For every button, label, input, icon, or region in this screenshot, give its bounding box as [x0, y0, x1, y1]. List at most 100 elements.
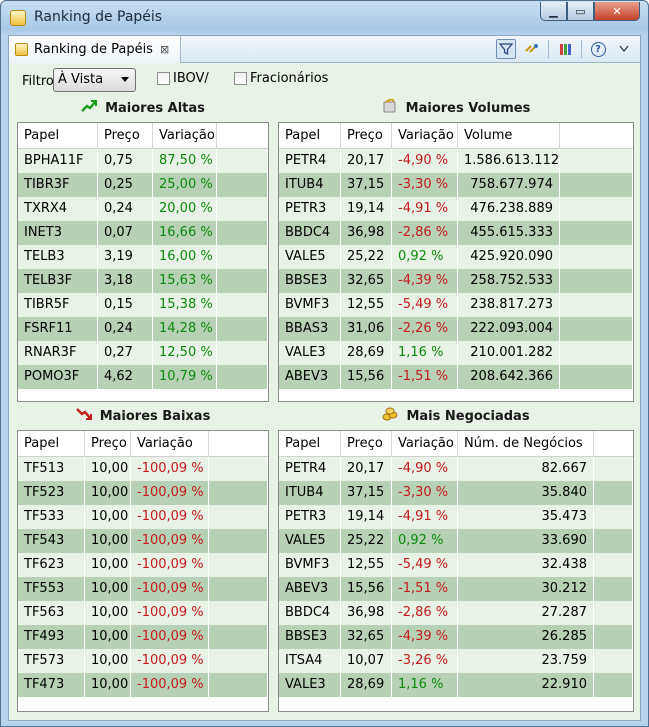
table-cell: TF563 — [18, 601, 85, 625]
table-row[interactable]: ITUB4 37,15 -3,30 % 758.677.974 — [279, 173, 633, 197]
app-window: Ranking de Papéis ▁ ▭ ✕ Ranking de Papéi… — [0, 0, 649, 727]
table-row[interactable]: FSRF11 0,24 14,28 % — [18, 317, 268, 341]
fracionarios-checkbox-box[interactable] — [234, 72, 247, 85]
column-header[interactable]: Preço — [85, 431, 131, 457]
column-header[interactable]: Preço — [341, 123, 392, 149]
table-row[interactable]: TIBR3F 0,25 25,00 % — [18, 173, 268, 197]
table-row[interactable]: TF623 10,00 -100,09 % — [18, 553, 268, 577]
view-toolbar: ? — [496, 39, 634, 59]
maximize-button[interactable]: ▭ — [567, 2, 594, 21]
table-row[interactable]: BBDC4 36,98 -2,86 % 455.615.333 — [279, 221, 633, 245]
table-cell: 0,07 — [98, 221, 153, 245]
table-row[interactable]: BBDC4 36,98 -2,86 % 27.287 — [279, 601, 633, 625]
column-header[interactable]: Variação — [392, 431, 458, 457]
table-row[interactable]: VALE5 25,22 0,92 % 33.690 — [279, 529, 633, 553]
table-cell-filler — [560, 197, 633, 221]
table-row[interactable]: TF513 10,00 -100,09 % — [18, 457, 268, 481]
table-row[interactable]: BVMF3 12,55 -5,49 % 238.817.273 — [279, 293, 633, 317]
table-row[interactable]: TF563 10,00 -100,09 % — [18, 601, 268, 625]
table-cell: PETR4 — [279, 149, 341, 173]
table-row[interactable]: ABEV3 15,56 -1,51 % 208.642.366 — [279, 365, 633, 389]
table-row[interactable]: PETR3 19,14 -4,91 % 476.238.889 — [279, 197, 633, 221]
column-header[interactable]: Preço — [341, 431, 392, 457]
table-cell: 32,65 — [341, 269, 392, 293]
table-cell: TF533 — [18, 505, 85, 529]
fracionarios-checkbox[interactable]: Fracionários — [234, 71, 328, 86]
table-row[interactable]: TXRX4 0,24 20,00 % — [18, 197, 268, 221]
table-row[interactable]: ITSA4 10,07 -3,26 % 23.759 — [279, 649, 633, 673]
table-row[interactable]: TF473 10,00 -100,09 % — [18, 673, 268, 697]
column-header[interactable]: Variação — [131, 431, 209, 457]
market-select[interactable]: À Vista — [53, 68, 136, 92]
table-row[interactable]: BPHA11F 0,75 87,50 % — [18, 149, 268, 173]
column-header[interactable]: Papel — [18, 123, 98, 149]
table-cell: 210.001.282 — [458, 341, 560, 365]
column-header[interactable]: Núm. de Negócios — [458, 431, 594, 457]
table-row[interactable]: BVMF3 12,55 -5,49 % 32.438 — [279, 553, 633, 577]
table-row[interactable]: RNAR3F 0,27 12,50 % — [18, 341, 268, 365]
column-header[interactable]: Papel — [18, 431, 85, 457]
table-row[interactable]: BBSE3 32,65 -4,39 % 258.752.533 — [279, 269, 633, 293]
table-row[interactable]: BBSE3 32,65 -4,39 % 26.285 — [279, 625, 633, 649]
column-header[interactable]: Preço — [98, 123, 153, 149]
table-row[interactable]: ITUB4 37,15 -3,30 % 35.840 — [279, 481, 633, 505]
table-row[interactable]: INET3 0,07 16,66 % — [18, 221, 268, 245]
table-row[interactable]: TELB3F 3,18 15,63 % — [18, 269, 268, 293]
table-row[interactable]: TF523 10,00 -100,09 % — [18, 481, 268, 505]
table-cell-filler — [217, 221, 268, 245]
table-row[interactable]: TF573 10,00 -100,09 % — [18, 649, 268, 673]
table-cell: 19,14 — [341, 505, 392, 529]
column-header[interactable]: Papel — [279, 123, 341, 149]
table-cell: -4,90 % — [392, 457, 458, 481]
table-cell: VALE3 — [279, 341, 341, 365]
table-row[interactable]: BBAS3 31,06 -2,26 % 222.093.004 — [279, 317, 633, 341]
table-cell: 10,00 — [85, 529, 131, 553]
table-cell-filler — [594, 649, 633, 673]
link-button[interactable] — [522, 39, 542, 59]
view-menu-button[interactable] — [614, 39, 634, 59]
column-header[interactable]: Variação — [392, 123, 458, 149]
title-bar[interactable]: Ranking de Papéis ▁ ▭ ✕ — [1, 1, 648, 34]
table-row[interactable]: PETR3 19,14 -4,91 % 35.473 — [279, 505, 633, 529]
layout-button[interactable] — [555, 39, 575, 59]
table-cell: 10,07 — [341, 649, 392, 673]
table-row[interactable]: TF533 10,00 -100,09 % — [18, 505, 268, 529]
tab-close-icon[interactable]: ⊠ — [160, 43, 169, 56]
table-cell: -100,09 % — [131, 553, 209, 577]
table-row[interactable]: TIBR5F 0,15 15,38 % — [18, 293, 268, 317]
table-cell-filler — [560, 317, 633, 341]
mais-negociadas-table: Papel Preço Variação Núm. de Negócios PETR4 2… — [278, 430, 634, 712]
table-cell: BPHA11F — [18, 149, 98, 173]
table-row[interactable]: POMO3F 4,62 10,79 % — [18, 365, 268, 389]
filter-button[interactable] — [496, 39, 516, 59]
table-row[interactable]: PETR4 20,17 -4,90 % 82.667 — [279, 457, 633, 481]
column-header[interactable]: Volume — [458, 123, 560, 149]
ibov-checkbox-box[interactable] — [157, 72, 170, 85]
column-header[interactable]: Variação — [153, 123, 217, 149]
table-row[interactable]: VALE3 28,69 1,16 % 22.910 — [279, 673, 633, 697]
table-row[interactable]: VALE3 28,69 1,16 % 210.001.282 — [279, 341, 633, 365]
table-row[interactable]: TF553 10,00 -100,09 % — [18, 577, 268, 601]
table-cell: 0,25 — [98, 173, 153, 197]
column-header[interactable]: Papel — [279, 431, 341, 457]
minimize-button[interactable]: ▁ — [540, 2, 567, 21]
table-row[interactable]: VALE5 25,22 0,92 % 425.920.090 — [279, 245, 633, 269]
table-row[interactable]: PETR4 20,17 -4,90 % 1.586.613.112 — [279, 149, 633, 173]
table-row[interactable]: TELB3 3,19 16,00 % — [18, 245, 268, 269]
help-button[interactable]: ? — [588, 39, 608, 59]
table-cell: 758.677.974 — [458, 173, 560, 197]
ibov-checkbox-label: IBOV/ — [173, 71, 209, 86]
table-cell: 30.212 — [458, 577, 594, 601]
table-row[interactable]: TF493 10,00 -100,09 % — [18, 625, 268, 649]
table-cell-filler — [217, 341, 268, 365]
tab-ranking-de-papeis[interactable]: Ranking de Papéis ⊠ — [9, 36, 181, 63]
table-cell: -2,86 % — [392, 221, 458, 245]
table-row[interactable]: ABEV3 15,56 -1,51 % 30.212 — [279, 577, 633, 601]
table-row[interactable]: TF543 10,00 -100,09 % — [18, 529, 268, 553]
ibov-checkbox[interactable]: IBOV/ — [157, 71, 209, 86]
table-cell: 19,14 — [341, 197, 392, 221]
table-cell: -1,51 % — [392, 577, 458, 601]
table-cell: 25,22 — [341, 529, 392, 553]
table-cell: 10,00 — [85, 625, 131, 649]
close-button[interactable]: ✕ — [594, 2, 640, 21]
